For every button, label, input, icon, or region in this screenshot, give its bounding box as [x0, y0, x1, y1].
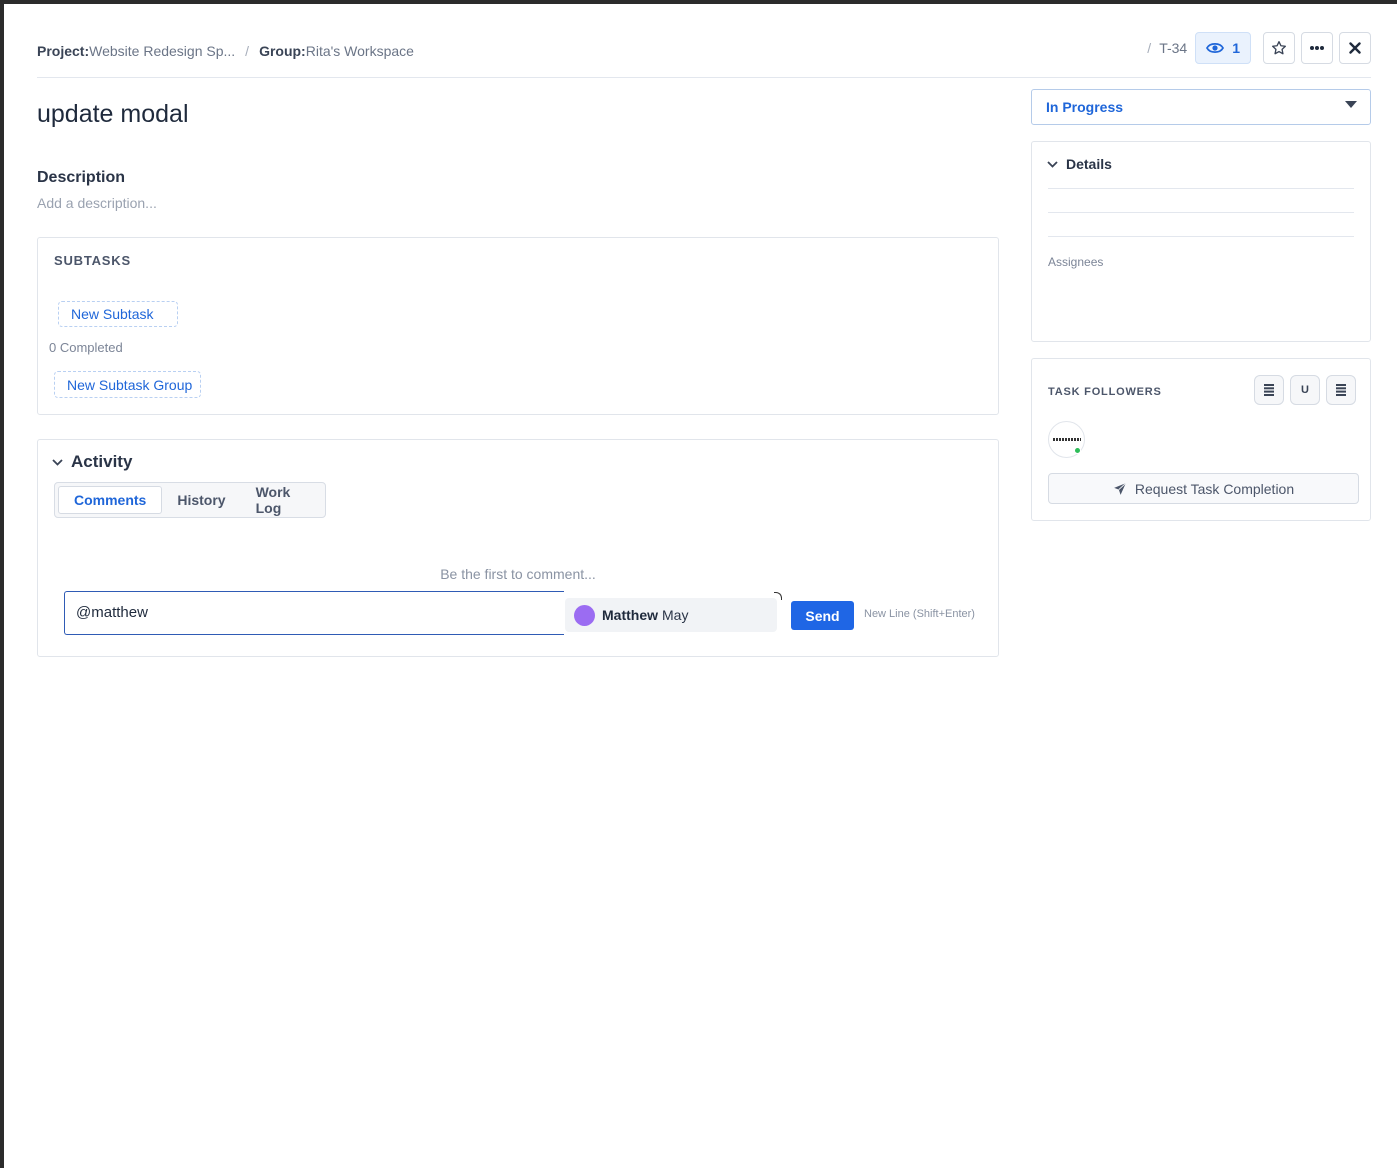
watch-button[interactable]: 1: [1195, 32, 1251, 64]
breadcrumb: Project:Website Redesign Sp... / Group:Rit…: [37, 43, 414, 59]
project-label: Project:: [37, 43, 90, 59]
followers-panel: TASK FOLLOWERS U Request Task Completion: [1031, 358, 1371, 521]
avatar[interactable]: [1048, 421, 1085, 458]
new-subtask-group-button[interactable]: New Subtask Group: [54, 371, 201, 398]
followers-list-button[interactable]: [1254, 375, 1284, 405]
modal-header: Project:Website Redesign Sp... / Group:Rit…: [37, 32, 1371, 78]
more-horizontal-icon: [1310, 46, 1324, 50]
request-completion-button[interactable]: Request Task Completion: [1048, 473, 1359, 504]
assignees-label: Assignees: [1048, 255, 1104, 269]
activity-panel: Activity Comments History Work Log Be th…: [37, 439, 999, 657]
group-label: Group:: [259, 43, 306, 59]
comment-input[interactable]: @matthew: [64, 591, 564, 635]
header-actions: / T-34 1: [1147, 32, 1371, 64]
subtasks-heading: SUBTASKS: [54, 253, 131, 268]
tab-work-log[interactable]: Work Log: [241, 484, 322, 516]
details-toggle[interactable]: Details: [1047, 156, 1112, 172]
close-button[interactable]: [1339, 32, 1371, 64]
task-title[interactable]: update modal: [37, 100, 189, 129]
followers-actions: U: [1248, 375, 1356, 405]
mention-last-name: May: [662, 607, 689, 623]
details-panel: Details Assignees: [1031, 141, 1371, 342]
divider: [1048, 188, 1354, 189]
chevron-down-icon: [1047, 160, 1058, 168]
status-value: In Progress: [1046, 99, 1124, 115]
more-button[interactable]: [1301, 32, 1333, 64]
tab-comments[interactable]: Comments: [58, 486, 163, 514]
mention-first-name: Matthew: [602, 607, 658, 623]
task-modal: Project:Website Redesign Sp... / Group:Rit…: [4, 4, 1397, 1168]
star-icon: [1272, 41, 1286, 55]
request-completion-label: Request Task Completion: [1134, 480, 1295, 497]
activity-tabs: Comments History Work Log: [54, 482, 326, 518]
task-id: / T-34: [1147, 40, 1188, 56]
send-button[interactable]: Send: [791, 601, 854, 630]
online-status-icon: [1074, 447, 1081, 454]
chevron-down-icon: [52, 458, 63, 466]
completed-count: 0 Completed: [49, 340, 123, 355]
divider: [1048, 236, 1354, 237]
close-icon: [1349, 42, 1361, 54]
list-icon: [1336, 384, 1346, 396]
status-select[interactable]: In Progress: [1031, 89, 1371, 125]
description-heading: Description: [37, 169, 126, 186]
followers-heading: TASK FOLLOWERS: [1048, 386, 1162, 398]
description-input[interactable]: Add a description...: [37, 195, 157, 211]
eye-icon: [1206, 42, 1225, 54]
details-heading: Details: [1066, 156, 1112, 172]
mention-suggestion[interactable]: Matthew May: [565, 598, 777, 632]
send-icon: [1114, 482, 1127, 495]
divider: [1048, 212, 1354, 213]
subtasks-panel: SUBTASKS New Subtask 0 Completed New Sub…: [37, 237, 999, 415]
avatar-logo-icon: [1053, 438, 1081, 441]
activity-toggle[interactable]: Activity: [52, 452, 132, 472]
followers-user-button[interactable]: U: [1290, 375, 1320, 405]
group-link[interactable]: Rita's Workspace: [306, 43, 414, 59]
new-subtask-button[interactable]: New Subtask: [58, 301, 178, 327]
activity-heading: Activity: [71, 452, 133, 471]
caret-down-icon: [1345, 101, 1357, 108]
list-icon: [1264, 384, 1274, 396]
breadcrumb-separator: /: [245, 43, 250, 59]
favorite-button[interactable]: [1263, 32, 1295, 64]
followers-list-button-2[interactable]: [1326, 375, 1356, 405]
empty-comments-text: Be the first to comment...: [440, 566, 596, 582]
tab-history[interactable]: History: [162, 486, 240, 514]
avatar: [574, 604, 595, 626]
watchers-count: 1: [1232, 40, 1240, 56]
project-link[interactable]: Website Redesign Sp...: [89, 43, 235, 59]
newline-hint: New Line (Shift+Enter): [864, 608, 975, 620]
